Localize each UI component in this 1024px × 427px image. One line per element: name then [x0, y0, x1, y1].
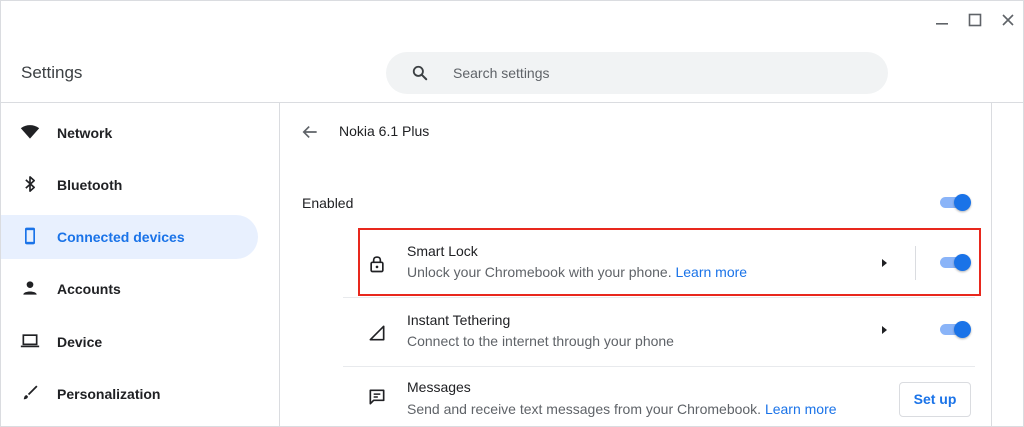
search-input[interactable]: Search settings	[386, 52, 888, 94]
smart-lock-description: Unlock your Chromebook with your phone. …	[407, 264, 747, 280]
brush-icon	[23, 385, 38, 400]
laptop-icon	[20, 334, 40, 348]
enabled-toggle[interactable]	[938, 194, 972, 211]
search-icon	[412, 65, 428, 81]
sidebar-item-label: Network	[57, 125, 113, 141]
sidebar-item-label: Bluetooth	[57, 177, 123, 193]
smart-lock-row[interactable]: Smart Lock Unlock your Chromebook with y…	[343, 229, 975, 297]
instant-tethering-toggle[interactable]	[938, 321, 972, 338]
smart-lock-toggle[interactable]	[938, 254, 972, 271]
search-placeholder[interactable]: Search settings	[453, 65, 550, 81]
close-icon[interactable]	[999, 11, 1017, 29]
minimize-icon[interactable]	[933, 11, 951, 29]
messages-row: Messages Send and receive text messages …	[343, 367, 975, 426]
back-arrow-icon[interactable]	[300, 122, 320, 142]
sidebar-item-label: Personalization	[57, 386, 161, 402]
device-detail-panel: Nokia 6.1 Plus Enabled Smart Lock Unlock…	[281, 103, 992, 426]
sidebar-item-accounts[interactable]: Accounts	[1, 267, 258, 311]
lock-icon	[370, 256, 384, 273]
instant-tethering-row[interactable]: Instant Tethering Connect to the interne…	[343, 298, 975, 366]
sidebar-item-network[interactable]: Network	[1, 111, 258, 155]
enabled-label: Enabled	[302, 195, 354, 211]
wifi-icon	[20, 125, 40, 139]
arrow-right-icon[interactable]	[879, 325, 889, 335]
toggle-knob	[954, 254, 971, 271]
instant-tethering-description: Connect to the internet through your pho…	[407, 333, 674, 349]
message-icon	[369, 389, 385, 405]
settings-window: Settings Search settings Network Bluetoo…	[0, 0, 1024, 427]
sidebar-item-bluetooth[interactable]: Bluetooth	[1, 163, 258, 207]
sidebar-item-label: Connected devices	[57, 229, 185, 245]
sidebar-item-label: Accounts	[57, 281, 121, 297]
messages-learn-more-link[interactable]: Learn more	[765, 401, 837, 417]
arrow-right-icon[interactable]	[879, 258, 889, 268]
messages-title: Messages	[407, 379, 471, 395]
maximize-icon[interactable]	[966, 11, 984, 29]
messages-description: Send and receive text messages from your…	[407, 401, 837, 417]
bluetooth-icon	[25, 176, 36, 192]
messages-desc-text: Send and receive text messages from your…	[407, 401, 762, 417]
sidebar: Network Bluetooth Connected devices Acco…	[1, 103, 280, 426]
page-title: Nokia 6.1 Plus	[339, 123, 430, 139]
phone-icon	[25, 227, 35, 245]
toggle-knob	[954, 321, 971, 338]
sidebar-item-label: Device	[57, 334, 103, 350]
signal-icon	[369, 325, 385, 341]
row-divider	[915, 246, 916, 280]
person-icon	[23, 281, 37, 295]
toggle-knob	[954, 194, 971, 211]
app-title: Settings	[21, 63, 83, 82]
set-up-button[interactable]: Set up	[899, 382, 971, 417]
smart-lock-desc-text: Unlock your Chromebook with your phone.	[407, 264, 672, 280]
instant-tethering-title: Instant Tethering	[407, 312, 511, 328]
sidebar-item-personalization[interactable]: Personalization	[1, 372, 258, 416]
smart-lock-learn-more-link[interactable]: Learn more	[675, 264, 747, 280]
smart-lock-title: Smart Lock	[407, 243, 478, 259]
sidebar-item-device[interactable]: Device	[1, 320, 258, 364]
sidebar-item-connected-devices[interactable]: Connected devices	[1, 215, 258, 259]
